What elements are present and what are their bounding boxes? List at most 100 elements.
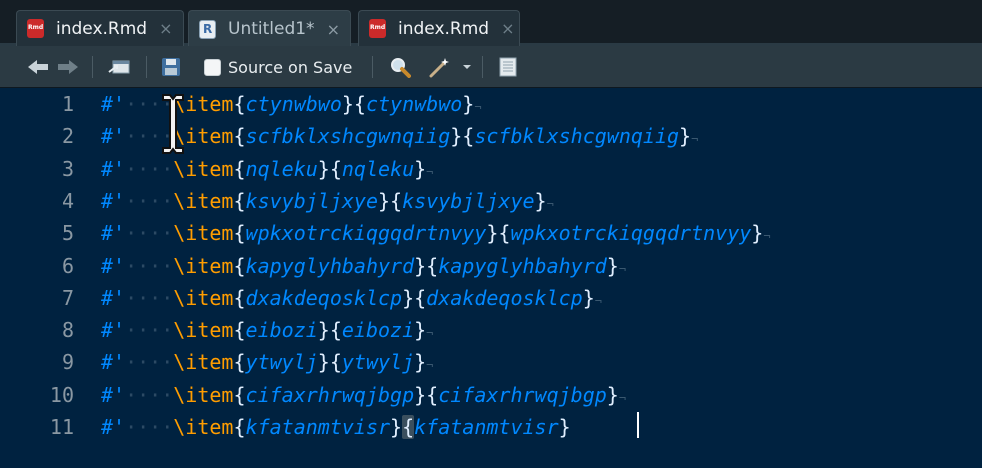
editor-tab-bar: index.Rmd × Untitled1* × index.Rmd × (0, 0, 982, 47)
whitespace-marker: ···· (125, 253, 174, 278)
line-number: 9 (61, 350, 74, 375)
whitespace-marker: ···· (125, 415, 174, 439)
rmd-file-icon (27, 19, 44, 38)
argument-text: scfbklxshcgwnqiig (474, 124, 680, 149)
code-line[interactable]: 5 #'····\item{wpkxotrckiqgqdrtnvyy}{wpkxo… (0, 217, 982, 249)
line-code: #'····\item{eibozi}{eibozi}¬ (101, 314, 433, 349)
search-icon[interactable] (386, 46, 414, 88)
tab-index-rmd-2[interactable]: index.Rmd × (358, 10, 520, 46)
save-icon[interactable] (158, 46, 184, 88)
brace: { (233, 318, 246, 343)
r-script-icon (199, 19, 216, 39)
brace: } (317, 350, 330, 375)
line-code: #'····\item{kapyglyhbahyrd}{kapyglyhbahy… (101, 250, 626, 285)
back-icon[interactable] (24, 46, 52, 88)
argument-text: ksvybjljxye (245, 188, 378, 213)
line-code: #'····\item{scfbklxshcgwnqiig}{scfbklxsh… (101, 120, 698, 155)
line-code: #'····\item{wpkxotrckiqgqdrtnvyy}{wpkxot… (101, 217, 771, 252)
brace: } (377, 188, 391, 213)
ibeam-cursor-icon (162, 94, 184, 154)
chevron-down-icon[interactable] (460, 46, 474, 88)
document-outline-icon[interactable] (494, 46, 522, 88)
roxygen-comment-prefix: #' (101, 188, 126, 213)
show-in-new-window-icon[interactable] (104, 46, 134, 88)
brace: } (486, 221, 499, 246)
argument-text: wpkxotrckiqgqdrtnvyy (245, 221, 487, 246)
code-line[interactable]: 4 #'····\item{ksvybjljxye}{ksvybjljxye}¬ (0, 185, 982, 217)
argument-text: ctynwbwo (245, 92, 342, 116)
brace: { (233, 285, 246, 310)
latex-command: \item (173, 188, 234, 213)
brace: { (353, 92, 366, 116)
end-of-line-marker: ¬ (546, 196, 554, 211)
end-of-line-marker: ¬ (426, 326, 434, 341)
source-on-save-checkbox[interactable] (202, 46, 222, 88)
magic-wand-icon[interactable] (424, 46, 458, 88)
argument-text: eibozi (341, 318, 415, 343)
tab-index-rmd-1[interactable]: index.Rmd × (16, 10, 184, 46)
roxygen-comment-prefix: #' (101, 382, 126, 407)
toolbar-separator (92, 56, 93, 78)
roxygen-comment-prefix: #' (101, 156, 126, 181)
argument-text: ctynwbwo (365, 92, 463, 116)
source-on-save-label-wrap[interactable]: Source on Save (220, 46, 360, 88)
argument-text: kfatanmtvisr (245, 415, 391, 439)
close-tab-icon[interactable]: × (159, 19, 172, 38)
code-line[interactable]: 8 #'····\item{eibozi}{eibozi}¬ (0, 314, 982, 346)
code-line[interactable]: 3 #'····\item{nqleku}{nqleku}¬ (0, 153, 982, 185)
code-line[interactable]: 11 #'····\item{kfatanmtvisr}{kfatanmtvisr… (0, 411, 982, 443)
brace: { (426, 382, 439, 407)
end-of-line-marker: ¬ (594, 293, 602, 308)
line-number: 11 (49, 415, 74, 439)
brace: } (582, 285, 595, 310)
whitespace-marker: ···· (125, 318, 174, 343)
argument-text: cifaxrhrwqjbgp (245, 382, 415, 407)
argument-text: dxakdeqosklcp (245, 285, 403, 310)
code-line[interactable]: 2 #'····\item{scfbklxshcgwnqiig}{scfbklxs… (0, 120, 982, 152)
brace: } (462, 92, 475, 116)
code-line[interactable]: 1 #'····\item{ctynwbwo}{ctynwbwo}¬ (0, 88, 982, 120)
line-code: #'····\item{kfatanmtvisr}{kfatanmtvisr} (101, 411, 571, 443)
whitespace-marker: ···· (125, 156, 174, 181)
close-tab-icon[interactable]: × (501, 19, 514, 38)
roxygen-comment-prefix: #' (101, 415, 126, 439)
brace: { (329, 318, 342, 343)
brace: { (462, 124, 475, 149)
line-number: 6 (61, 253, 74, 278)
whitespace-marker: ···· (125, 350, 174, 375)
code-line[interactable]: 9 #'····\item{ytwylj}{ytwylj}¬ (0, 346, 982, 378)
brace: } (606, 382, 619, 407)
latex-command: \item (173, 318, 234, 343)
brace: } (414, 253, 427, 278)
argument-text: ytwylj (245, 350, 318, 375)
code-line[interactable]: 6 #'····\item{kapyglyhbahyrd}{kapyglyhbah… (0, 250, 982, 282)
tab-label: index.Rmd (398, 18, 490, 39)
argument-text: kapyglyhbahyrd (438, 253, 607, 278)
end-of-line-marker: ¬ (426, 358, 434, 373)
text-cursor (637, 412, 639, 438)
latex-command: \item (173, 382, 234, 407)
code-editor[interactable]: 1 #'····\item{ctynwbwo}{ctynwbwo}¬ 2 #'····… (0, 88, 982, 468)
brace: { (233, 156, 246, 181)
brace: } (414, 350, 427, 375)
code-line[interactable]: 10 #'····\item{cifaxrhrwqjbgp}{cifaxrhrwq… (0, 379, 982, 411)
tab-untitled1[interactable]: Untitled1* × (188, 10, 351, 47)
end-of-line-marker: ¬ (474, 100, 482, 114)
brace: } (341, 92, 354, 116)
close-tab-icon[interactable]: × (327, 20, 340, 39)
toolbar-separator (146, 56, 147, 78)
argument-text: kapyglyhbahyrd (245, 253, 415, 278)
brace: } (414, 318, 427, 343)
code-line[interactable]: 7 #'····\item{dxakdeqosklcp}{dxakdeqosklc… (0, 282, 982, 314)
argument-text: ytwylj (341, 350, 415, 375)
end-of-line-marker: ¬ (426, 164, 434, 179)
latex-command: \item (173, 221, 234, 246)
forward-icon[interactable] (54, 46, 82, 88)
source-on-save-label: Source on Save (228, 57, 353, 77)
line-code: #'····\item{cifaxrhrwqjbgp}{cifaxrhrwqjb… (101, 379, 626, 414)
line-code: #'····\item{ytwylj}{ytwylj}¬ (101, 346, 433, 381)
argument-text: scfbklxshcgwnqiig (245, 124, 451, 149)
whitespace-marker: ···· (125, 382, 174, 407)
brace: { (233, 350, 246, 375)
line-code: #'····\item{dxakdeqosklcp}{dxakdeqosklcp… (101, 282, 602, 317)
